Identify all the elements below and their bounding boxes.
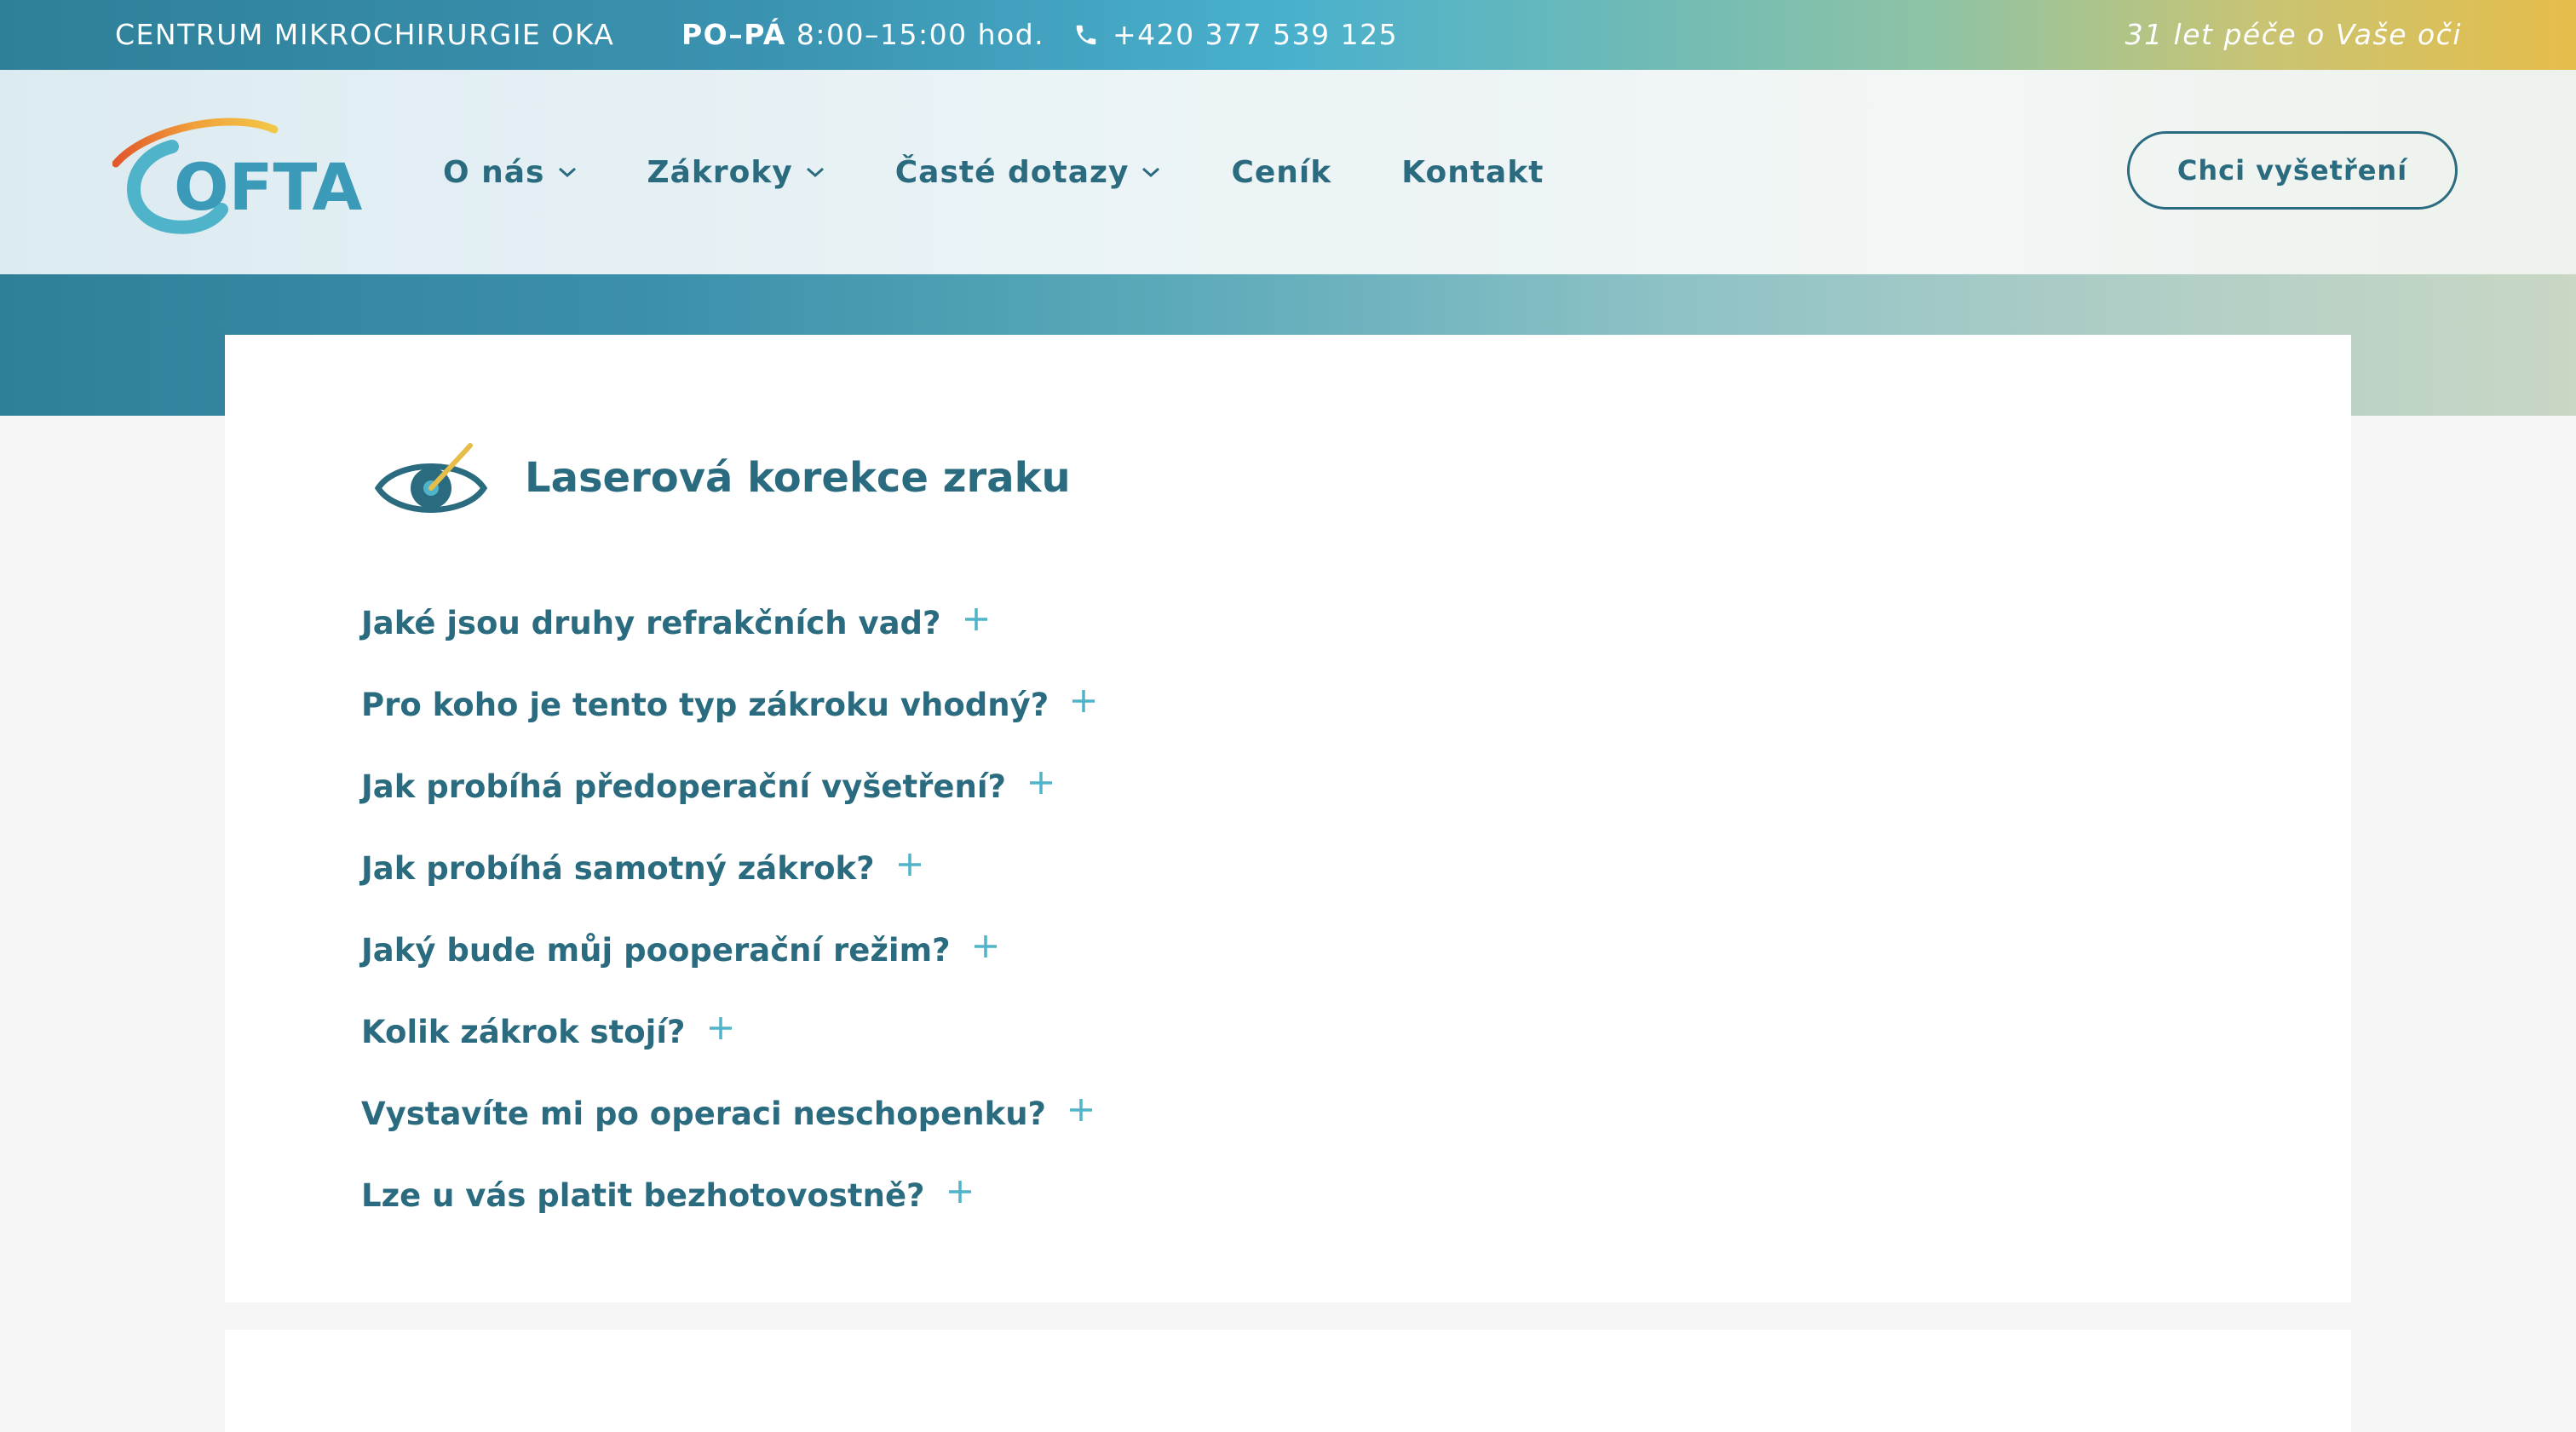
top-info-bar: CENTRUM MIKROCHIRURGIE OKA PO–PÁ 8:00–15… bbox=[0, 0, 2576, 70]
svg-text:OFTA: OFTA bbox=[174, 149, 362, 225]
faq-question: Kolik zákrok stojí? bbox=[361, 1013, 686, 1050]
faq-item[interactable]: Lze u vás platit bezhotovostně? bbox=[361, 1154, 1096, 1236]
chevron-down-icon bbox=[558, 167, 576, 178]
faq-item[interactable]: Jak probíhá samotný zákrok? bbox=[361, 827, 1096, 909]
faq-question: Jaké jsou druhy refrakčních vad? bbox=[361, 604, 941, 641]
site-header: OFTA O nás Zákroky Časté dotazy Ceník Ko… bbox=[0, 70, 2576, 274]
plus-icon[interactable] bbox=[973, 934, 998, 959]
plus-icon[interactable] bbox=[1028, 770, 1054, 796]
plus-icon[interactable] bbox=[1068, 1097, 1094, 1123]
faq-item[interactable]: Vystavíte mi po operaci neschopenku? bbox=[361, 1073, 1096, 1154]
faq-item[interactable]: Jak probíhá předoperační vyšetření? bbox=[361, 745, 1096, 827]
nav-label: Ceník bbox=[1231, 154, 1332, 190]
chci-vysetreni-button[interactable]: Chci vyšetření bbox=[2127, 131, 2458, 210]
nav-label: Zákroky bbox=[647, 154, 793, 190]
plus-icon[interactable] bbox=[897, 852, 923, 877]
plus-icon[interactable] bbox=[947, 1179, 973, 1205]
faq-item[interactable]: Jaké jsou druhy refrakčních vad? bbox=[361, 582, 1096, 664]
opening-hours: PO–PÁ 8:00–15:00 hod. bbox=[681, 0, 1044, 70]
faq-item[interactable]: Jaký bude můj pooperační režim? bbox=[361, 909, 1096, 991]
plus-icon[interactable] bbox=[708, 1015, 733, 1041]
nav-label: O nás bbox=[443, 154, 545, 190]
opening-days: PO–PÁ bbox=[681, 18, 786, 51]
center-name: CENTRUM MIKROCHIRURGIE OKA bbox=[115, 18, 615, 51]
nav-item-zakroky[interactable]: Zákroky bbox=[647, 155, 825, 190]
slogan: 31 let péče o Vaše oči bbox=[2125, 18, 2462, 51]
chevron-down-icon bbox=[1142, 167, 1160, 178]
phone-number: +420 377 539 125 bbox=[1113, 18, 1399, 51]
main-nav: O nás Zákroky Časté dotazy Ceník Kontakt bbox=[443, 70, 1614, 274]
faq-question: Jak probíhá předoperační vyšetření? bbox=[361, 768, 1006, 805]
faq-question: Lze u vás platit bezhotovostně? bbox=[361, 1176, 925, 1214]
nav-item-cenik[interactable]: Ceník bbox=[1231, 155, 1331, 190]
next-card bbox=[225, 1330, 2351, 1432]
plus-icon[interactable] bbox=[1071, 688, 1096, 714]
section-title: Laserová korekce zraku bbox=[525, 454, 1071, 502]
phone-link[interactable]: +420 377 539 125 bbox=[1073, 0, 1398, 70]
nav-item-o-nas[interactable]: O nás bbox=[443, 155, 578, 190]
phone-icon bbox=[1076, 25, 1096, 45]
faq-question: Jak probíhá samotný zákrok? bbox=[361, 849, 875, 887]
eye-laser-icon bbox=[374, 443, 488, 513]
nav-label: Kontakt bbox=[1401, 154, 1544, 190]
ofta-logo[interactable]: OFTA bbox=[112, 111, 368, 239]
faq-item[interactable]: Kolik zákrok stojí? bbox=[361, 991, 1096, 1073]
faq-list: Jaké jsou druhy refrakčních vad? Pro koh… bbox=[361, 582, 1096, 1236]
nav-item-caste-dotazy[interactable]: Časté dotazy bbox=[895, 155, 1162, 190]
faq-item[interactable]: Pro koho je tento typ zákroku vhodný? bbox=[361, 664, 1096, 745]
plus-icon[interactable] bbox=[963, 607, 989, 632]
faq-question: Jaký bude můj pooperační režim? bbox=[361, 931, 951, 969]
nav-label: Časté dotazy bbox=[894, 154, 1130, 190]
nav-item-kontakt[interactable]: Kontakt bbox=[1401, 155, 1544, 190]
chevron-down-icon bbox=[806, 167, 824, 178]
faq-question: Vystavíte mi po operaci neschopenku? bbox=[361, 1095, 1046, 1132]
faq-question: Pro koho je tento typ zákroku vhodný? bbox=[361, 686, 1049, 723]
opening-time: 8:00–15:00 hod. bbox=[785, 18, 1045, 51]
faq-card: Laserová korekce zraku Jaké jsou druhy r… bbox=[225, 335, 2351, 1303]
